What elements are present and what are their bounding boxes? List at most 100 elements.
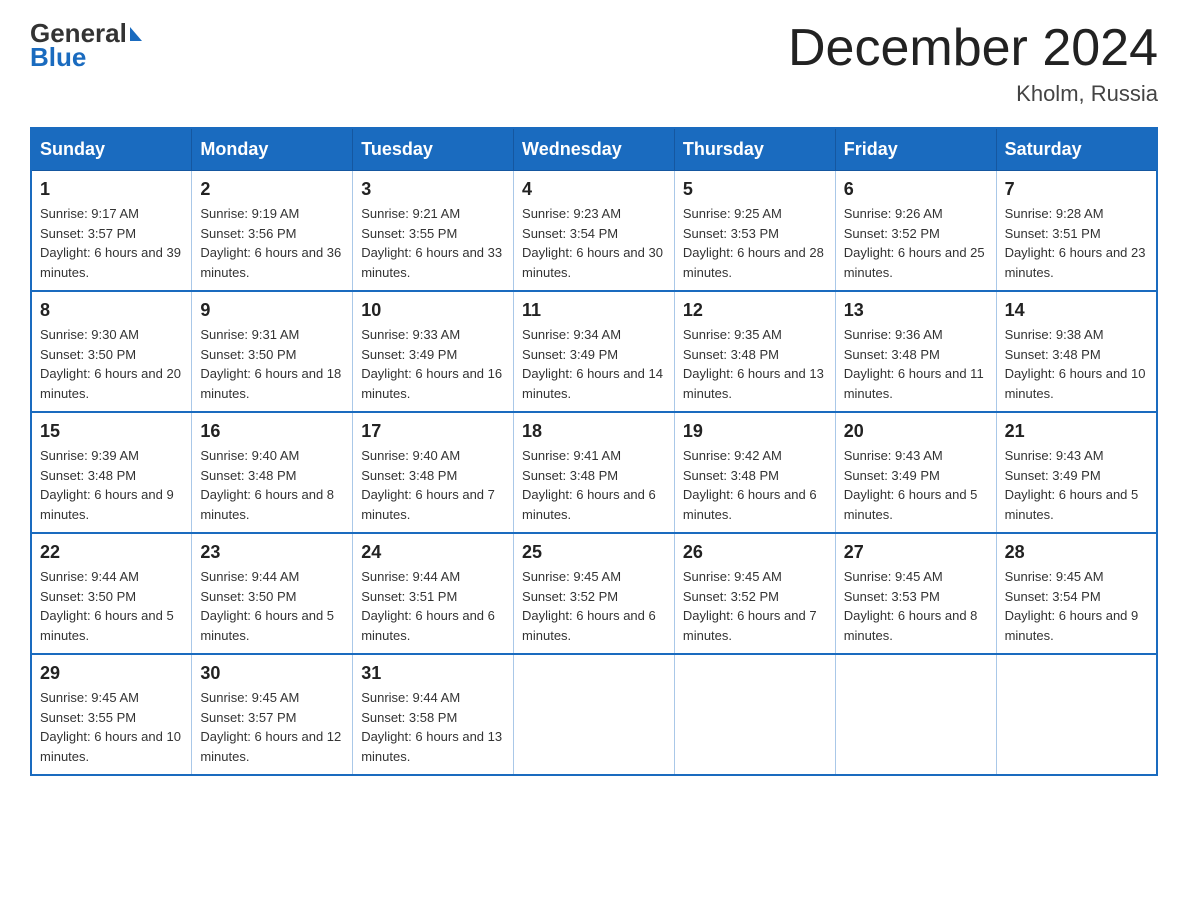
calendar-cell: 10Sunrise: 9:33 AMSunset: 3:49 PMDayligh… (353, 291, 514, 412)
calendar-cell: 6Sunrise: 9:26 AMSunset: 3:52 PMDaylight… (835, 171, 996, 292)
day-info: Sunrise: 9:43 AMSunset: 3:49 PMDaylight:… (844, 446, 988, 524)
day-number: 28 (1005, 542, 1148, 563)
day-number: 16 (200, 421, 344, 442)
day-info: Sunrise: 9:45 AMSunset: 3:53 PMDaylight:… (844, 567, 988, 645)
day-info: Sunrise: 9:34 AMSunset: 3:49 PMDaylight:… (522, 325, 666, 403)
day-info: Sunrise: 9:45 AMSunset: 3:55 PMDaylight:… (40, 688, 183, 766)
day-info: Sunrise: 9:43 AMSunset: 3:49 PMDaylight:… (1005, 446, 1148, 524)
day-info: Sunrise: 9:39 AMSunset: 3:48 PMDaylight:… (40, 446, 183, 524)
day-number: 27 (844, 542, 988, 563)
day-info: Sunrise: 9:45 AMSunset: 3:54 PMDaylight:… (1005, 567, 1148, 645)
day-number: 18 (522, 421, 666, 442)
calendar-cell: 19 Sunrise: 9:42 AMSunset: 3:48 PMDayligh… (674, 412, 835, 533)
calendar-cell: 15 Sunrise: 9:39 AMSunset: 3:48 PMDayligh… (31, 412, 192, 533)
calendar-header-thursday: Thursday (674, 128, 835, 171)
day-number: 29 (40, 663, 183, 684)
calendar-cell (835, 654, 996, 775)
calendar-subtitle: Kholm, Russia (788, 81, 1158, 107)
logo: General Blue (30, 20, 142, 73)
day-number: 11 (522, 300, 666, 321)
day-info: Sunrise: 9:26 AMSunset: 3:52 PMDaylight:… (844, 204, 988, 282)
day-info: Sunrise: 9:21 AMSunset: 3:55 PMDaylight:… (361, 204, 505, 282)
calendar-cell: 23 Sunrise: 9:44 AMSunset: 3:50 PMDayligh… (192, 533, 353, 654)
calendar-header-tuesday: Tuesday (353, 128, 514, 171)
calendar-cell: 8 Sunrise: 9:30 AMSunset: 3:50 PMDaylight… (31, 291, 192, 412)
calendar-cell: 30 Sunrise: 9:45 AMSunset: 3:57 PMDayligh… (192, 654, 353, 775)
calendar-cell: 5Sunrise: 9:25 AMSunset: 3:53 PMDaylight… (674, 171, 835, 292)
day-number: 9 (200, 300, 344, 321)
day-number: 14 (1005, 300, 1148, 321)
day-info: Sunrise: 9:23 AMSunset: 3:54 PMDaylight:… (522, 204, 666, 282)
calendar-cell (996, 654, 1157, 775)
calendar-cell: 21 Sunrise: 9:43 AMSunset: 3:49 PMDayligh… (996, 412, 1157, 533)
calendar-cell: 16 Sunrise: 9:40 AMSunset: 3:48 PMDayligh… (192, 412, 353, 533)
calendar-cell: 9Sunrise: 9:31 AMSunset: 3:50 PMDaylight… (192, 291, 353, 412)
calendar-cell: 28 Sunrise: 9:45 AMSunset: 3:54 PMDayligh… (996, 533, 1157, 654)
day-number: 4 (522, 179, 666, 200)
day-info: Sunrise: 9:45 AMSunset: 3:52 PMDaylight:… (683, 567, 827, 645)
calendar-header-wednesday: Wednesday (514, 128, 675, 171)
title-block: December 2024 Kholm, Russia (788, 20, 1158, 107)
day-number: 26 (683, 542, 827, 563)
calendar-cell: 29 Sunrise: 9:45 AMSunset: 3:55 PMDayligh… (31, 654, 192, 775)
day-number: 5 (683, 179, 827, 200)
day-info: Sunrise: 9:35 AMSunset: 3:48 PMDaylight:… (683, 325, 827, 403)
day-info: Sunrise: 9:44 AMSunset: 3:50 PMDaylight:… (200, 567, 344, 645)
day-info: Sunrise: 9:44 AMSunset: 3:58 PMDaylight:… (361, 688, 505, 766)
day-number: 22 (40, 542, 183, 563)
day-number: 10 (361, 300, 505, 321)
day-number: 3 (361, 179, 505, 200)
day-number: 20 (844, 421, 988, 442)
day-info: Sunrise: 9:17 AMSunset: 3:57 PMDaylight:… (40, 204, 183, 282)
day-info: Sunrise: 9:42 AMSunset: 3:48 PMDaylight:… (683, 446, 827, 524)
day-number: 31 (361, 663, 505, 684)
day-info: Sunrise: 9:41 AMSunset: 3:48 PMDaylight:… (522, 446, 666, 524)
calendar-cell: 26 Sunrise: 9:45 AMSunset: 3:52 PMDayligh… (674, 533, 835, 654)
calendar-cell: 22 Sunrise: 9:44 AMSunset: 3:50 PMDayligh… (31, 533, 192, 654)
day-number: 19 (683, 421, 827, 442)
calendar-cell: 20 Sunrise: 9:43 AMSunset: 3:49 PMDayligh… (835, 412, 996, 533)
page-header: General Blue December 2024 Kholm, Russia (30, 20, 1158, 107)
calendar-week-row: 15 Sunrise: 9:39 AMSunset: 3:48 PMDayligh… (31, 412, 1157, 533)
day-number: 2 (200, 179, 344, 200)
day-number: 24 (361, 542, 505, 563)
day-number: 1 (40, 179, 183, 200)
calendar-week-row: 22 Sunrise: 9:44 AMSunset: 3:50 PMDayligh… (31, 533, 1157, 654)
logo-blue-text: Blue (30, 42, 86, 73)
calendar-table: SundayMondayTuesdayWednesdayThursdayFrid… (30, 127, 1158, 776)
calendar-cell: 4 Sunrise: 9:23 AMSunset: 3:54 PMDaylight… (514, 171, 675, 292)
day-number: 13 (844, 300, 988, 321)
day-number: 23 (200, 542, 344, 563)
calendar-header-monday: Monday (192, 128, 353, 171)
day-number: 7 (1005, 179, 1148, 200)
day-info: Sunrise: 9:19 AMSunset: 3:56 PMDaylight:… (200, 204, 344, 282)
day-info: Sunrise: 9:44 AMSunset: 3:51 PMDaylight:… (361, 567, 505, 645)
calendar-header-row: SundayMondayTuesdayWednesdayThursdayFrid… (31, 128, 1157, 171)
calendar-cell: 27 Sunrise: 9:45 AMSunset: 3:53 PMDayligh… (835, 533, 996, 654)
calendar-cell: 31 Sunrise: 9:44 AMSunset: 3:58 PMDayligh… (353, 654, 514, 775)
calendar-cell: 7Sunrise: 9:28 AMSunset: 3:51 PMDaylight… (996, 171, 1157, 292)
calendar-week-row: 8 Sunrise: 9:30 AMSunset: 3:50 PMDaylight… (31, 291, 1157, 412)
day-info: Sunrise: 9:30 AMSunset: 3:50 PMDaylight:… (40, 325, 183, 403)
day-number: 30 (200, 663, 344, 684)
calendar-cell: 12 Sunrise: 9:35 AMSunset: 3:48 PMDayligh… (674, 291, 835, 412)
calendar-cell: 25Sunrise: 9:45 AMSunset: 3:52 PMDayligh… (514, 533, 675, 654)
calendar-week-row: 1 Sunrise: 9:17 AMSunset: 3:57 PMDaylight… (31, 171, 1157, 292)
calendar-cell: 14 Sunrise: 9:38 AMSunset: 3:48 PMDayligh… (996, 291, 1157, 412)
day-number: 12 (683, 300, 827, 321)
calendar-cell: 17Sunrise: 9:40 AMSunset: 3:48 PMDayligh… (353, 412, 514, 533)
day-info: Sunrise: 9:40 AMSunset: 3:48 PMDaylight:… (200, 446, 344, 524)
day-number: 15 (40, 421, 183, 442)
day-number: 8 (40, 300, 183, 321)
day-info: Sunrise: 9:38 AMSunset: 3:48 PMDaylight:… (1005, 325, 1148, 403)
logo-triangle-icon (130, 27, 142, 41)
calendar-cell: 1 Sunrise: 9:17 AMSunset: 3:57 PMDaylight… (31, 171, 192, 292)
day-info: Sunrise: 9:45 AMSunset: 3:52 PMDaylight:… (522, 567, 666, 645)
calendar-cell: 3 Sunrise: 9:21 AMSunset: 3:55 PMDaylight… (353, 171, 514, 292)
day-info: Sunrise: 9:45 AMSunset: 3:57 PMDaylight:… (200, 688, 344, 766)
calendar-cell: 18 Sunrise: 9:41 AMSunset: 3:48 PMDayligh… (514, 412, 675, 533)
day-info: Sunrise: 9:44 AMSunset: 3:50 PMDaylight:… (40, 567, 183, 645)
calendar-cell: 13Sunrise: 9:36 AMSunset: 3:48 PMDayligh… (835, 291, 996, 412)
day-number: 21 (1005, 421, 1148, 442)
calendar-week-row: 29 Sunrise: 9:45 AMSunset: 3:55 PMDayligh… (31, 654, 1157, 775)
